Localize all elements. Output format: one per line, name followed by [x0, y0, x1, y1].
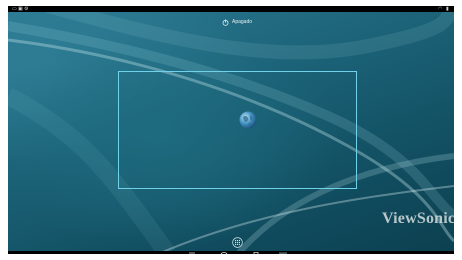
navigation-bar [8, 251, 454, 254]
recents-icon[interactable] [252, 252, 260, 254]
shutdown-title: Apagado [232, 18, 253, 25]
selection-rectangle [118, 71, 357, 189]
screenshot-icon: ▣ [18, 6, 23, 12]
globe-icon[interactable] [238, 110, 258, 130]
brand-logo: ViewSonic [382, 210, 454, 227]
wifi-icon: ◠ [438, 6, 443, 12]
screenshot-icon[interactable] [278, 252, 288, 254]
usb-icon: ▭ [12, 6, 17, 12]
power-icon [222, 19, 229, 26]
settings-icon: ⚙ [24, 6, 29, 12]
home-icon[interactable] [220, 252, 228, 254]
shutdown-indicator: Apagado [222, 17, 252, 27]
tablet-screen: ▭ ▣ ⚙ ◠ ▮ Apagado ViewSonic [8, 6, 454, 254]
status-bar [8, 6, 454, 12]
back-icon[interactable] [188, 252, 196, 254]
battery-icon: ▮ [446, 6, 449, 12]
apps-grid-icon[interactable] [232, 237, 243, 248]
